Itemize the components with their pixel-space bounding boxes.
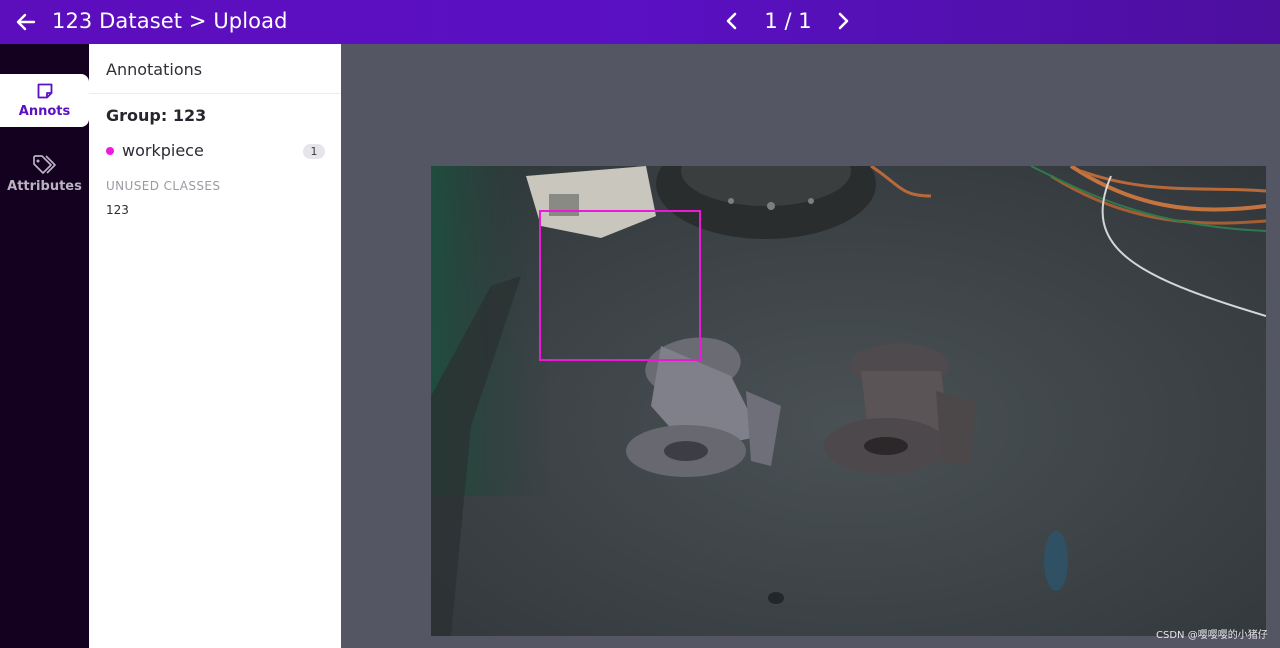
sticky-note-icon — [37, 83, 52, 99]
class-count-badge: 1 — [303, 144, 325, 159]
arrow-left-icon — [16, 13, 36, 31]
pager-indicator: 1 / 1 — [764, 9, 812, 33]
annotations-panel: Annotations Group: 123 workpiece 1 UNUSE… — [89, 44, 341, 648]
unused-class-item[interactable]: 123 — [106, 203, 129, 217]
class-color-dot — [106, 147, 114, 155]
previous-image-button[interactable] — [718, 7, 746, 35]
tab-attributes[interactable]: Attributes — [0, 148, 89, 201]
tab-annots[interactable]: Annots — [0, 74, 89, 127]
left-rail: Annots Attributes — [0, 44, 89, 648]
group-title: Group: 123 — [106, 106, 207, 125]
chevron-left-icon — [726, 12, 737, 30]
unused-classes-heading: UNUSED CLASSES — [106, 179, 221, 193]
tab-attributes-label: Attributes — [7, 179, 82, 194]
panel-title: Annotations — [106, 60, 203, 79]
watermark: CSDN @嘤嘤嘤的小猪仔 — [1156, 630, 1268, 641]
panel-header: Annotations — [89, 44, 341, 94]
rail-top-block — [0, 44, 89, 72]
annotation-bounding-box[interactable] — [539, 210, 701, 361]
tab-annots-label: Annots — [18, 104, 71, 119]
top-bar: 123 Dataset > Upload 1 / 1 — [0, 0, 1280, 44]
class-item-workpiece[interactable]: workpiece 1 — [89, 140, 341, 162]
class-name: workpiece — [122, 141, 204, 160]
page-title: 123 Dataset > Upload — [52, 9, 288, 33]
back-button[interactable] — [11, 7, 41, 37]
chevron-right-icon — [838, 12, 849, 30]
tags-icon — [32, 155, 56, 174]
image-canvas[interactable] — [341, 44, 1280, 648]
next-image-button[interactable] — [829, 7, 857, 35]
